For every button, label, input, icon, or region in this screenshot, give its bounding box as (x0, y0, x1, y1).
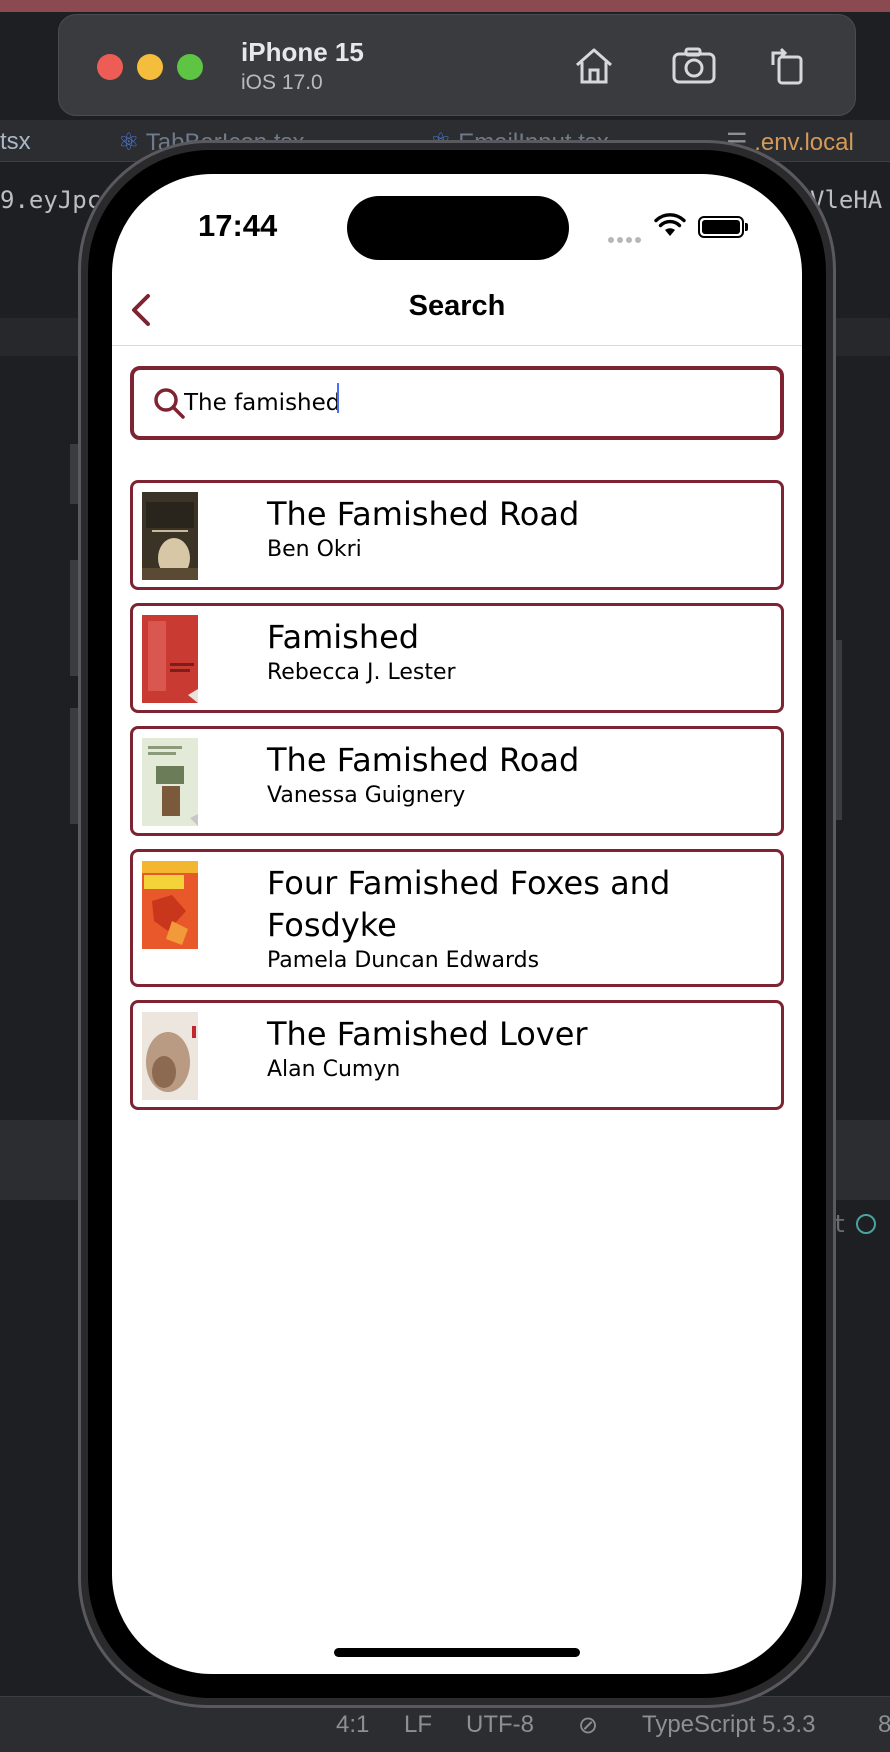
editor-tab-label: .env.local (754, 129, 854, 156)
battery-icon (698, 216, 744, 238)
book-title: The Famished Road (267, 495, 580, 533)
dynamic-island (347, 196, 569, 260)
book-author: Pamela Duncan Edwards (267, 948, 540, 973)
page-title: Search (408, 290, 506, 322)
language-indicator[interactable]: TypeScript 5.3.3 (642, 1711, 815, 1739)
file-encoding[interactable]: UTF-8 (466, 1711, 534, 1739)
rotate-icon[interactable] (765, 43, 811, 89)
cursor-position[interactable]: 4:1 (336, 1711, 369, 1739)
close-window-button[interactable] (97, 54, 123, 80)
zoom-window-button[interactable] (177, 54, 203, 80)
text-cursor (337, 383, 339, 413)
status-extra: 8 (878, 1711, 890, 1738)
book-title: The Famished Lover (267, 1015, 588, 1053)
book-result-card[interactable]: Famished Rebecca J. Lester (130, 603, 784, 713)
book-result-card[interactable]: The Famished Road Ben Okri (130, 480, 784, 590)
book-cover-image (142, 861, 198, 949)
simulator-toolbar: iPhone 15 iOS 17.0 (58, 14, 856, 116)
book-author: Vanessa Guignery (267, 783, 466, 808)
status-time: 17:44 (198, 208, 278, 243)
book-author: Alan Cumyn (267, 1057, 401, 1082)
wifi-icon (654, 213, 686, 236)
screenshot-icon[interactable] (671, 43, 717, 89)
react-icon: ⚛ (118, 129, 140, 156)
cellular-signal-icon (608, 230, 644, 243)
search-input[interactable] (184, 380, 764, 426)
navigation-bar: Search (112, 274, 802, 346)
book-cover-image (142, 738, 198, 826)
search-bar[interactable] (130, 366, 784, 440)
clock-icon (856, 1214, 876, 1234)
book-title: The Famished Road (267, 741, 580, 779)
editor-tab[interactable]: tsx (0, 128, 31, 156)
book-author: Rebecca J. Lester (267, 660, 456, 685)
os-version: iOS 17.0 (241, 71, 323, 94)
battery-nub (745, 223, 748, 231)
book-cover-image (142, 492, 198, 580)
book-result-card[interactable]: The Famished Road Vanessa Guignery (130, 726, 784, 836)
eye-slash-icon[interactable]: ⊘ (578, 1711, 598, 1740)
home-icon[interactable] (571, 43, 617, 89)
minimize-window-button[interactable] (137, 54, 163, 80)
search-icon (154, 388, 185, 419)
phone-screen: 17:44 Search The Famished Road B (112, 174, 802, 1674)
line-ending[interactable]: LF (404, 1711, 432, 1739)
device-name: iPhone 15 (241, 37, 364, 67)
book-result-card[interactable]: Four Famished Foxes and Fosdyke Pamela D… (130, 849, 784, 987)
book-author: Ben Okri (267, 537, 362, 562)
book-result-card[interactable]: The Famished Lover Alan Cumyn (130, 1000, 784, 1110)
window-top-strip (0, 0, 890, 12)
code-line-fragment: 9.eyJpc (0, 186, 102, 214)
book-title: Four Famished Foxes and Fosdyke (267, 864, 671, 944)
home-indicator[interactable] (334, 1648, 580, 1657)
book-title: Famished (267, 618, 420, 656)
book-cover-image (142, 615, 198, 703)
book-cover-image (142, 1012, 198, 1100)
